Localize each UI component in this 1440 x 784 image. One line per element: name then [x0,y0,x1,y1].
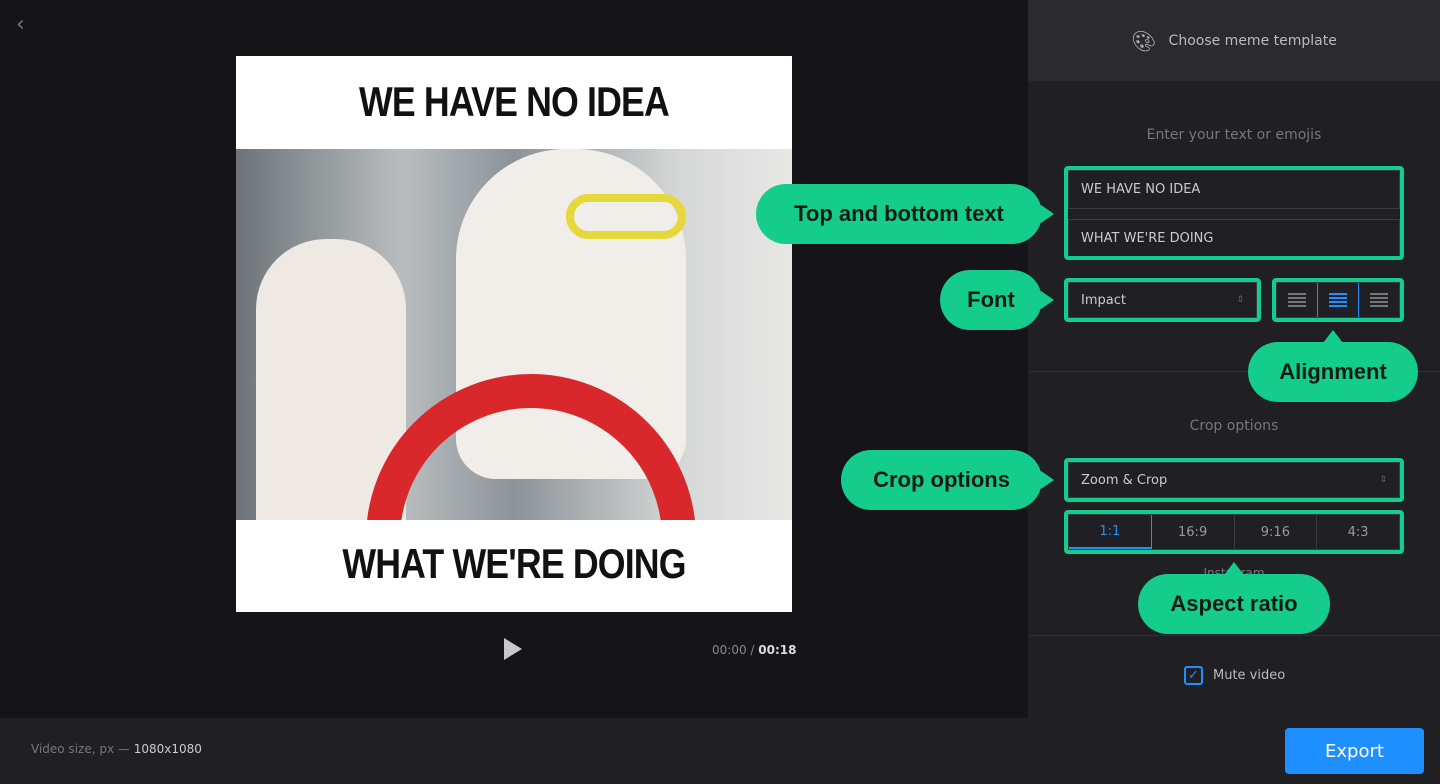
highlight-font [1064,278,1261,322]
meme-bottom-caption: WHAT WE'RE DOING [342,540,686,587]
highlight-alignment [1272,278,1404,322]
video-size: Video size, px — 1080x1080 [31,742,202,756]
highlight-text [1064,166,1404,260]
meme-top-caption: WE HAVE NO IDEA [359,78,670,125]
highlight-crop [1064,458,1404,502]
callout-font: Font [940,270,1054,330]
play-button[interactable] [504,638,522,660]
choose-template-button[interactable]: 🎨︎ Choose meme template [1028,0,1440,81]
text-section-label: Enter your text or emojis [1146,127,1322,143]
mute-video-checkbox[interactable]: ✓ Mute video [1184,666,1285,685]
check-icon: ✓ [1184,666,1203,685]
highlight-ratio [1064,510,1404,554]
back-chevron-icon[interactable]: ‹ [16,12,36,37]
callout-ratio: Aspect ratio [1138,562,1330,634]
callout-alignment: Alignment [1248,330,1418,402]
callout-crop: Crop options [841,450,1054,510]
crop-section-label: Crop options [1189,418,1279,434]
divider [1028,635,1440,636]
bottom-bar [0,718,1440,784]
export-button[interactable]: Export [1285,728,1424,774]
time-display: 00:00 / 00:18 [712,643,797,657]
palette-icon: 🎨︎ [1131,28,1157,53]
meme-video-frame [236,149,792,520]
callout-text: Top and bottom text [756,184,1054,244]
meme-preview: WE HAVE NO IDEA WHAT WE'RE DOING [236,56,792,612]
